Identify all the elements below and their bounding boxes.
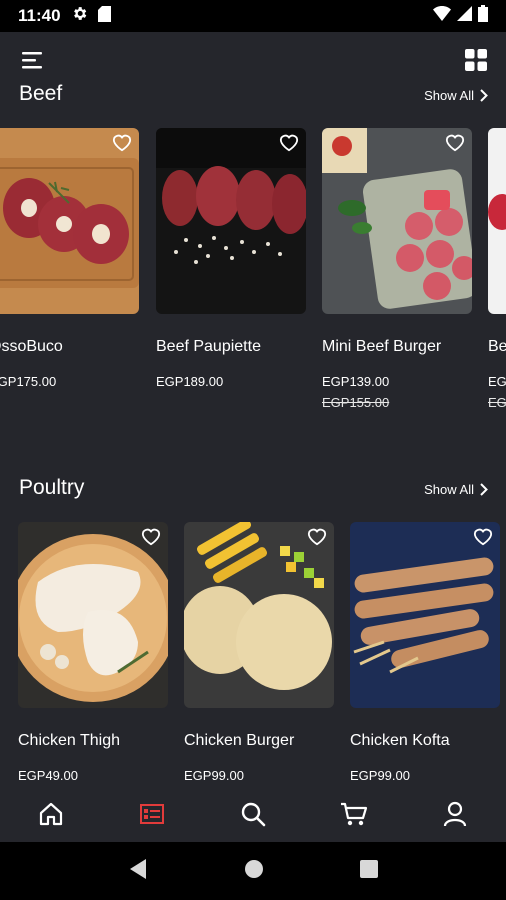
chevron-right-icon bbox=[480, 89, 488, 102]
product-image[interactable] bbox=[488, 128, 506, 314]
product-name: Chicken Burger bbox=[184, 732, 295, 749]
back-icon[interactable] bbox=[128, 858, 148, 885]
top-bar bbox=[0, 46, 506, 74]
heart-icon[interactable] bbox=[140, 526, 162, 546]
product-old-price: EG bbox=[488, 395, 506, 410]
system-navigation-bar bbox=[0, 842, 506, 900]
recents-square-icon[interactable] bbox=[360, 859, 378, 883]
sd-card-icon bbox=[97, 5, 111, 27]
show-all-button[interactable]: Show All bbox=[424, 482, 488, 497]
categories-icon[interactable] bbox=[132, 794, 172, 834]
product-image[interactable] bbox=[322, 128, 472, 314]
show-all-label: Show All bbox=[424, 482, 474, 497]
chevron-right-icon bbox=[480, 483, 488, 496]
product-name: Chicken Kofta bbox=[350, 732, 450, 749]
product-image[interactable] bbox=[350, 522, 500, 708]
home-circle-icon[interactable] bbox=[244, 859, 264, 884]
product-image[interactable] bbox=[18, 522, 168, 708]
heart-icon[interactable] bbox=[306, 526, 328, 546]
product-price: EGP99.00 bbox=[350, 768, 410, 783]
show-all-label: Show All bbox=[424, 88, 474, 103]
status-bar: 11:40 bbox=[0, 0, 506, 32]
product-price: EGP99.00 bbox=[184, 768, 244, 783]
home-icon[interactable] bbox=[31, 794, 71, 834]
battery-icon bbox=[478, 5, 488, 27]
product-image[interactable] bbox=[184, 522, 334, 708]
product-old-price: EGP155.00 bbox=[322, 395, 390, 410]
product-price: EGP189.00 bbox=[156, 374, 224, 389]
wifi-icon bbox=[433, 6, 451, 26]
product-image[interactable] bbox=[156, 128, 306, 314]
product-price: EGP139.00 bbox=[322, 374, 390, 389]
heart-icon[interactable] bbox=[111, 132, 133, 152]
section-title: Poultry bbox=[19, 476, 85, 499]
heart-icon[interactable] bbox=[444, 132, 466, 152]
settings-gear-icon bbox=[71, 5, 88, 27]
grid-view-icon[interactable] bbox=[464, 48, 488, 72]
product-name: Beef Paupiette bbox=[156, 338, 261, 355]
status-time: 11:40 bbox=[18, 6, 61, 25]
product-price: EGP175.00 bbox=[0, 374, 57, 389]
section-beef: Beef Show All ssoBuco GP175.00 Beef Paup… bbox=[0, 82, 506, 412]
app-screen: Beef Show All ssoBuco GP175.00 Beef Paup… bbox=[0, 32, 506, 842]
cart-icon[interactable] bbox=[334, 794, 374, 834]
product-image[interactable] bbox=[0, 128, 139, 314]
heart-icon[interactable] bbox=[472, 526, 494, 546]
product-name: Mini Beef Burger bbox=[322, 338, 442, 355]
product-name: OssoBuco bbox=[0, 338, 63, 355]
hamburger-icon[interactable] bbox=[22, 50, 44, 70]
search-icon[interactable] bbox=[233, 794, 273, 834]
product-name: Chicken Thigh bbox=[18, 732, 120, 749]
section-poultry: Poultry Show All Chicken Thigh EGP49.00 … bbox=[0, 476, 506, 786]
profile-icon[interactable] bbox=[435, 794, 475, 834]
product-price: EGP49.00 bbox=[18, 768, 78, 783]
heart-icon[interactable] bbox=[278, 132, 300, 152]
section-title: Beef bbox=[19, 82, 63, 105]
product-price: EG bbox=[488, 374, 506, 389]
product-name: Be bbox=[488, 338, 506, 355]
signal-icon bbox=[457, 6, 472, 26]
show-all-button[interactable]: Show All bbox=[424, 88, 488, 103]
bottom-navigation bbox=[0, 786, 506, 842]
